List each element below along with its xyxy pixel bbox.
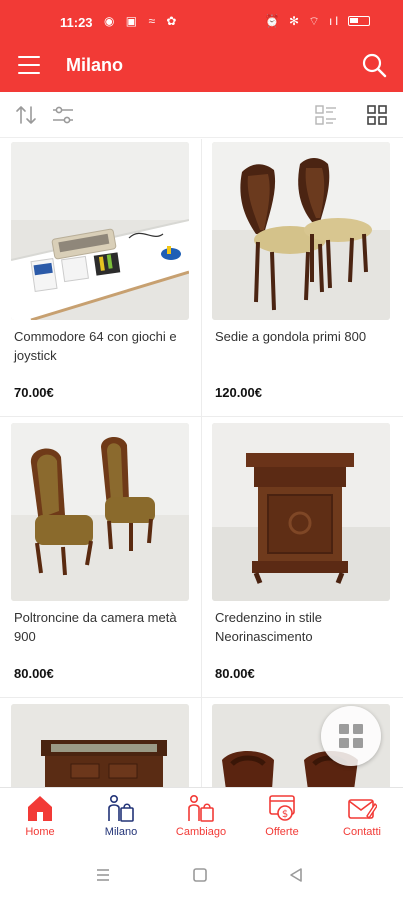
list-view-icon[interactable] [314,103,338,127]
listing-photo [11,704,189,787]
offers-icon: $ [269,795,295,821]
nav-item-offerte[interactable]: $ Offerte [242,794,322,848]
back-icon[interactable] [287,866,305,884]
system-icons: ⏰ ✻ ⌔ ıl [264,14,341,28]
listing-photo [11,423,189,601]
listing-card[interactable] [6,701,204,787]
listing-title: Commodore 64 con giochi e joystick [14,329,177,363]
listing-card[interactable]: Sedie a gondola primi 800 120.00€ [207,139,403,415]
listing-card[interactable]: Credenzino in stile Neorinascimento 80.0… [207,420,403,696]
listing-photo [212,423,390,601]
nav-item-milano[interactable]: Milano [81,794,161,848]
nav-item-cambiago[interactable]: Cambiago [161,794,241,848]
menu-icon[interactable] [18,56,40,76]
nav-item-contatti[interactable]: Contatti [322,794,402,848]
listing-price: 80.00€ [215,666,255,681]
home-icon [28,796,52,821]
nav-label: Home [25,826,55,838]
bottom-nav: Home Milano Cambiago $ Offerte Contatti [0,787,403,848]
search-icon[interactable] [361,52,387,78]
listing-title: Poltroncine da camera metà 900 [14,610,177,644]
listing-price: 80.00€ [14,666,54,681]
mail-icon [348,799,377,820]
status-time: 11:23 [60,15,93,30]
system-nav-bar [0,848,403,900]
listing-price: 70.00€ [14,385,54,400]
grid-icon [339,724,363,748]
nav-item-home[interactable]: Home [0,794,80,848]
nav-label: Offerte [265,826,299,838]
grid-divider [0,416,403,417]
listing-title: Credenzino in stile Neorinascimento [215,610,322,644]
city-bag-icon [188,794,214,822]
nav-label: Cambiago [175,826,227,838]
listing-card[interactable]: Poltroncine da camera metà 900 80.00€ [6,420,204,696]
listing-title: Sedie a gondola primi 800 [215,329,367,344]
status-bar: 11:23 ◉ ▣ ≈ ✿ ⏰ ✻ ⌔ ıl [0,0,403,42]
home-button-icon[interactable] [191,866,209,884]
toolbar [0,92,403,138]
grid-divider [201,139,202,787]
sort-icon[interactable] [14,103,38,127]
grid-divider [0,697,403,698]
grid-view-icon[interactable] [365,103,389,127]
city-bag-icon [108,794,134,822]
svg-text:$: $ [282,809,288,820]
listing-card[interactable]: Commodore 64 con giochi e joystick 70.00… [6,139,204,415]
recents-icon[interactable] [94,866,112,884]
filter-icon[interactable] [51,103,75,127]
listing-photo [11,142,189,320]
battery-icon [348,16,370,26]
listing-photo [212,142,390,320]
listing-price: 120.00€ [215,385,262,400]
app-bar: Milano [0,42,403,92]
notification-icons: ◉ ▣ ≈ ✿ [104,14,181,28]
nav-label: Milano [104,826,138,838]
nav-label: Contatti [343,826,381,838]
view-toggle-fab[interactable] [321,706,381,766]
page-title: Milano [66,55,123,75]
